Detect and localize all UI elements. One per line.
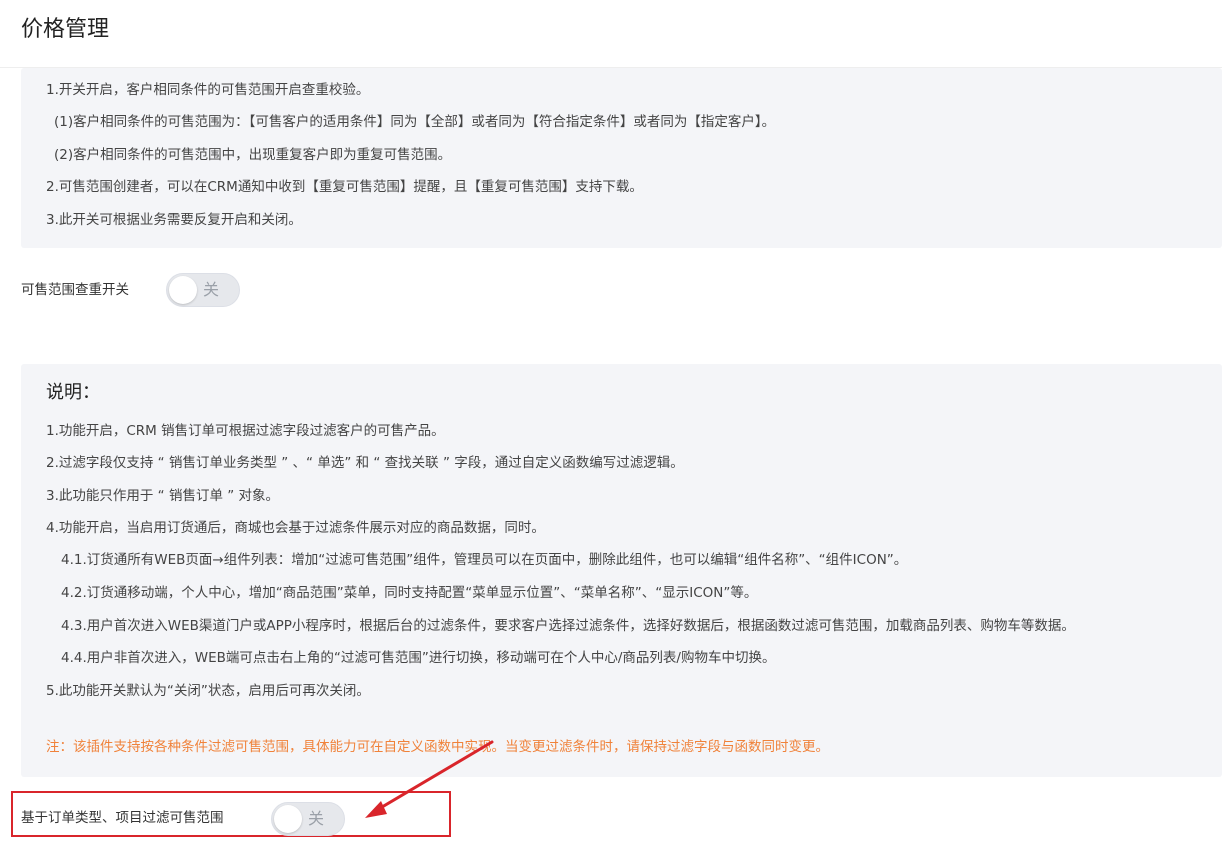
annotation-arrow-icon xyxy=(365,740,494,818)
